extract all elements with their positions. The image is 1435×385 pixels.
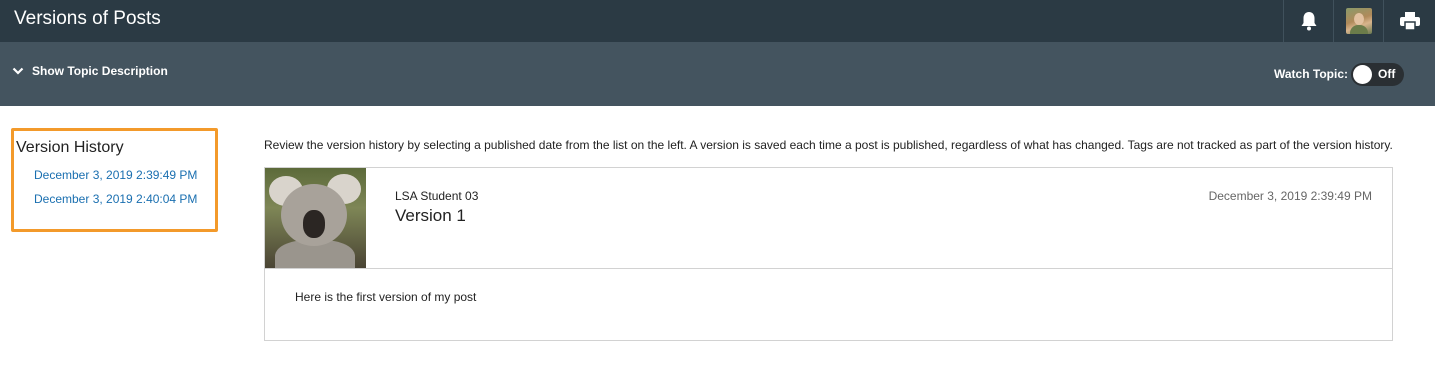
version-link[interactable]: December 3, 2019 2:39:49 PM	[34, 168, 197, 182]
author-profile-image	[265, 168, 366, 268]
bell-icon	[1301, 12, 1316, 31]
topic-toolbar: Show Topic Description Watch Topic: Off	[0, 42, 1435, 106]
version-history-title: Version History	[16, 139, 124, 156]
post-card: LSA Student 03 Version 1 December 3, 201…	[264, 167, 1393, 341]
version-history-instructions: Review the version history by selecting …	[264, 138, 1393, 152]
print-icon	[1399, 12, 1420, 31]
version-link[interactable]: December 3, 2019 2:40:04 PM	[34, 192, 197, 206]
print-button[interactable]	[1383, 0, 1435, 42]
post-version-title: Version 1	[395, 206, 466, 225]
page-title: Versions of Posts	[14, 8, 161, 29]
toggle-knob	[1353, 65, 1372, 84]
watch-topic-toggle[interactable]: Off	[1351, 63, 1404, 86]
post-date: December 3, 2019 2:39:49 PM	[1208, 189, 1372, 203]
watch-topic-label: Watch Topic:	[1274, 67, 1348, 81]
post-body: Here is the first version of my post	[295, 290, 477, 304]
chevron-down-icon	[12, 67, 24, 75]
version-history-panel: Version History December 3, 2019 2:39:49…	[11, 128, 218, 232]
notifications-button[interactable]	[1283, 0, 1333, 42]
show-topic-description-toggle[interactable]: Show Topic Description	[12, 64, 168, 78]
post-header: LSA Student 03 Version 1 December 3, 201…	[265, 168, 1392, 269]
user-menu-button[interactable]	[1333, 0, 1383, 42]
avatar	[1345, 8, 1372, 34]
show-topic-description-label: Show Topic Description	[32, 64, 168, 78]
top-bar: Versions of Posts	[0, 0, 1435, 42]
toggle-state-label: Off	[1378, 67, 1396, 81]
post-author: LSA Student 03	[395, 189, 479, 203]
